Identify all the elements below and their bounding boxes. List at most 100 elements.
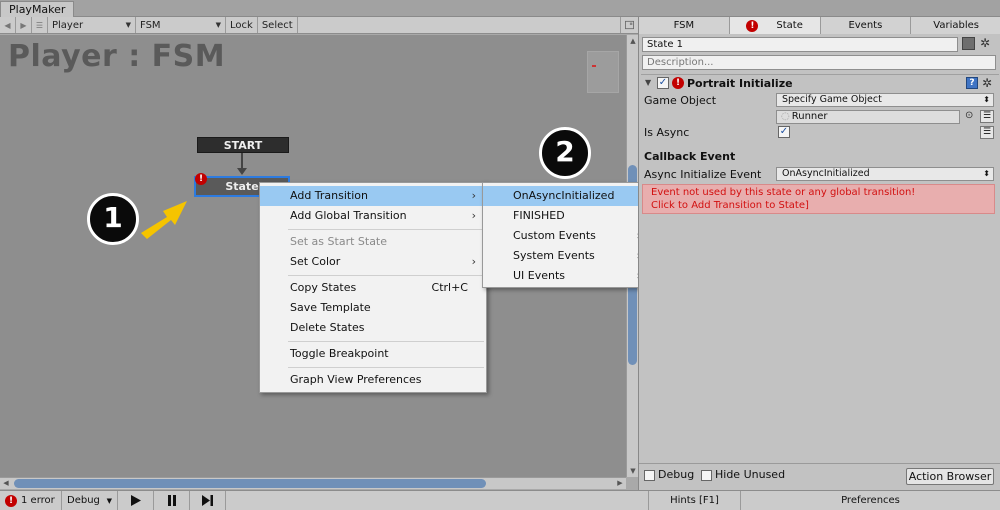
- chevron-down-icon: ▼: [215, 21, 221, 29]
- menu-item-add-transition[interactable]: Add Transition ›: [260, 186, 486, 206]
- state-name-input[interactable]: State 1: [642, 37, 958, 52]
- action-header[interactable]: ▼ ✓ ! Portrait Initialize ? ✲: [641, 74, 999, 92]
- submenu-item-ui-events[interactable]: UI Events ›: [483, 266, 651, 286]
- pause-icon: [167, 495, 176, 506]
- play-icon: [130, 495, 141, 506]
- debug-checkbox[interactable]: [644, 470, 655, 481]
- tab-variables[interactable]: Variables: [911, 17, 1000, 34]
- hints-button[interactable]: Hints [F1]: [648, 491, 741, 510]
- error-count-button[interactable]: ! 1 error: [0, 491, 62, 510]
- menu-item-label: Set Color: [290, 255, 341, 268]
- horizontal-scroll-thumb[interactable]: [14, 479, 486, 488]
- menu-item-set-color[interactable]: Set Color ›: [260, 252, 486, 272]
- is-async-label: Is Async: [644, 126, 690, 139]
- menu-item-label: Save Template: [290, 301, 371, 314]
- menu-item-label: Graph View Preferences: [290, 373, 422, 386]
- object-picker-icon[interactable]: ⊙: [965, 110, 973, 121]
- hide-unused-label: Hide Unused: [715, 468, 786, 481]
- scroll-right-icon[interactable]: ▶: [614, 478, 626, 490]
- menu-item-label: Copy States: [290, 281, 357, 294]
- graph-title: Player : FSM: [8, 39, 226, 74]
- pause-button[interactable]: [154, 491, 190, 510]
- submenu-item-onasyncinitialized[interactable]: OnAsyncInitialized: [483, 186, 651, 206]
- yellow-pointer-arrow-icon: [141, 201, 187, 239]
- start-node: START: [197, 137, 289, 153]
- menu-item-add-global-transition[interactable]: Add Global Transition ›: [260, 206, 486, 226]
- step-badge-1: 1: [87, 193, 139, 245]
- tab-fsm[interactable]: FSM: [639, 17, 730, 34]
- menu-item-toggle-breakpoint[interactable]: Toggle Breakpoint: [260, 344, 486, 364]
- back-arrow-icon[interactable]: ◀: [0, 17, 16, 33]
- window-tab-playmaker[interactable]: PlayMaker: [0, 1, 75, 17]
- fsm-select[interactable]: FSM ▼: [136, 17, 226, 33]
- graph-toolbar: ◀ ▶ ☰ Player ▼ FSM ▼ Lock Select: [0, 17, 638, 34]
- is-async-checkbox[interactable]: ✓: [778, 126, 790, 138]
- debug-select-label: Debug: [67, 495, 100, 506]
- event-error-message[interactable]: Event not used by this state or any glob…: [642, 184, 995, 214]
- updown-caret-icon: ⬍: [983, 169, 990, 178]
- play-button[interactable]: [118, 491, 154, 510]
- action-browser-button[interactable]: Action Browser: [906, 468, 994, 485]
- async-initialize-event-select[interactable]: OnAsyncInitialized ⬍: [776, 167, 994, 181]
- gameobject-select[interactable]: Player ▼: [48, 17, 136, 33]
- debug-select[interactable]: Debug ▼: [62, 491, 118, 510]
- error-icon: !: [746, 19, 759, 32]
- async-initialize-event-label: Async Initialize Event: [644, 168, 762, 181]
- help-icon[interactable]: ?: [966, 77, 978, 89]
- step-forward-icon: [202, 495, 213, 506]
- variable-toggle-button[interactable]: ☰: [980, 126, 994, 139]
- menu-item-save-template[interactable]: Save Template: [260, 298, 486, 318]
- menu-separator: [288, 275, 484, 276]
- game-object-field[interactable]: ◌ Runner: [776, 110, 960, 124]
- preferences-button[interactable]: Preferences: [741, 491, 1000, 510]
- menu-item-label: Toggle Breakpoint: [290, 347, 389, 360]
- submenu-item-label: UI Events: [513, 269, 566, 282]
- minimap[interactable]: [587, 51, 619, 93]
- description-input[interactable]: Description...: [642, 55, 996, 70]
- submenu-item-finished[interactable]: FINISHED: [483, 206, 651, 226]
- gameobject-select-label: Player: [52, 19, 84, 31]
- collapse-triangle-icon[interactable]: ▼: [645, 78, 651, 87]
- submenu-item-label: OnAsyncInitialized: [513, 189, 615, 202]
- action-enabled-checkbox[interactable]: ✓: [657, 77, 669, 89]
- updown-caret-icon: ⬍: [983, 95, 990, 104]
- game-object-value: Runner: [791, 111, 828, 122]
- menu-item-delete-states[interactable]: Delete States: [260, 318, 486, 338]
- tab-state[interactable]: ! State: [729, 17, 821, 34]
- submenu-item-custom-events[interactable]: Custom Events ›: [483, 226, 651, 246]
- scroll-left-icon[interactable]: ◀: [0, 478, 12, 490]
- hamburger-menu-icon[interactable]: ☰: [32, 17, 48, 33]
- hide-unused-checkbox[interactable]: [701, 470, 712, 481]
- menu-separator: [288, 367, 484, 368]
- game-object-label: Game Object: [644, 94, 717, 107]
- minimap-toggle-icon[interactable]: [620, 17, 638, 33]
- state-color-swatch[interactable]: [962, 37, 975, 50]
- submenu-item-system-events[interactable]: System Events ›: [483, 246, 651, 266]
- gameobject-icon: ◌: [781, 111, 790, 122]
- chevron-right-icon: ›: [471, 189, 476, 202]
- title-bar: PlayMaker: [0, 0, 1000, 17]
- error-line-1: Event not used by this state or any glob…: [651, 187, 916, 198]
- menu-item-label: Delete States: [290, 321, 365, 334]
- menu-item-graph-view-preferences[interactable]: Graph View Preferences: [260, 370, 486, 390]
- inspector-panel: FSM ! State Events Variables State 1 ✲ D…: [638, 17, 1000, 490]
- menu-item-copy-states[interactable]: Copy States Ctrl+C: [260, 278, 486, 298]
- bottom-bar: ! 1 error Debug ▼ Hints [F1] Preferences: [0, 490, 1000, 510]
- chevron-down-icon: ▼: [106, 496, 112, 505]
- menu-item-label: Add Global Transition: [290, 209, 407, 222]
- lock-button[interactable]: Lock: [226, 17, 258, 33]
- forward-arrow-icon[interactable]: ▶: [16, 17, 32, 33]
- game-object-mode-select[interactable]: Specify Game Object ⬍: [776, 93, 994, 107]
- gear-icon[interactable]: ✲: [980, 36, 990, 50]
- graph-horizontal-scrollbar[interactable]: ◀ ▶: [0, 477, 626, 489]
- select-button[interactable]: Select: [258, 17, 298, 33]
- add-transition-submenu: OnAsyncInitialized FINISHED Custom Event…: [482, 182, 652, 288]
- tab-events[interactable]: Events: [820, 17, 912, 34]
- menu-item-label: Add Transition: [290, 189, 368, 202]
- menu-separator: [288, 341, 484, 342]
- variable-toggle-button[interactable]: ☰: [980, 110, 994, 123]
- submenu-item-label: Custom Events: [513, 229, 596, 242]
- error-icon: !: [195, 173, 207, 185]
- gear-icon[interactable]: ✲: [982, 76, 992, 90]
- step-button[interactable]: [190, 491, 226, 510]
